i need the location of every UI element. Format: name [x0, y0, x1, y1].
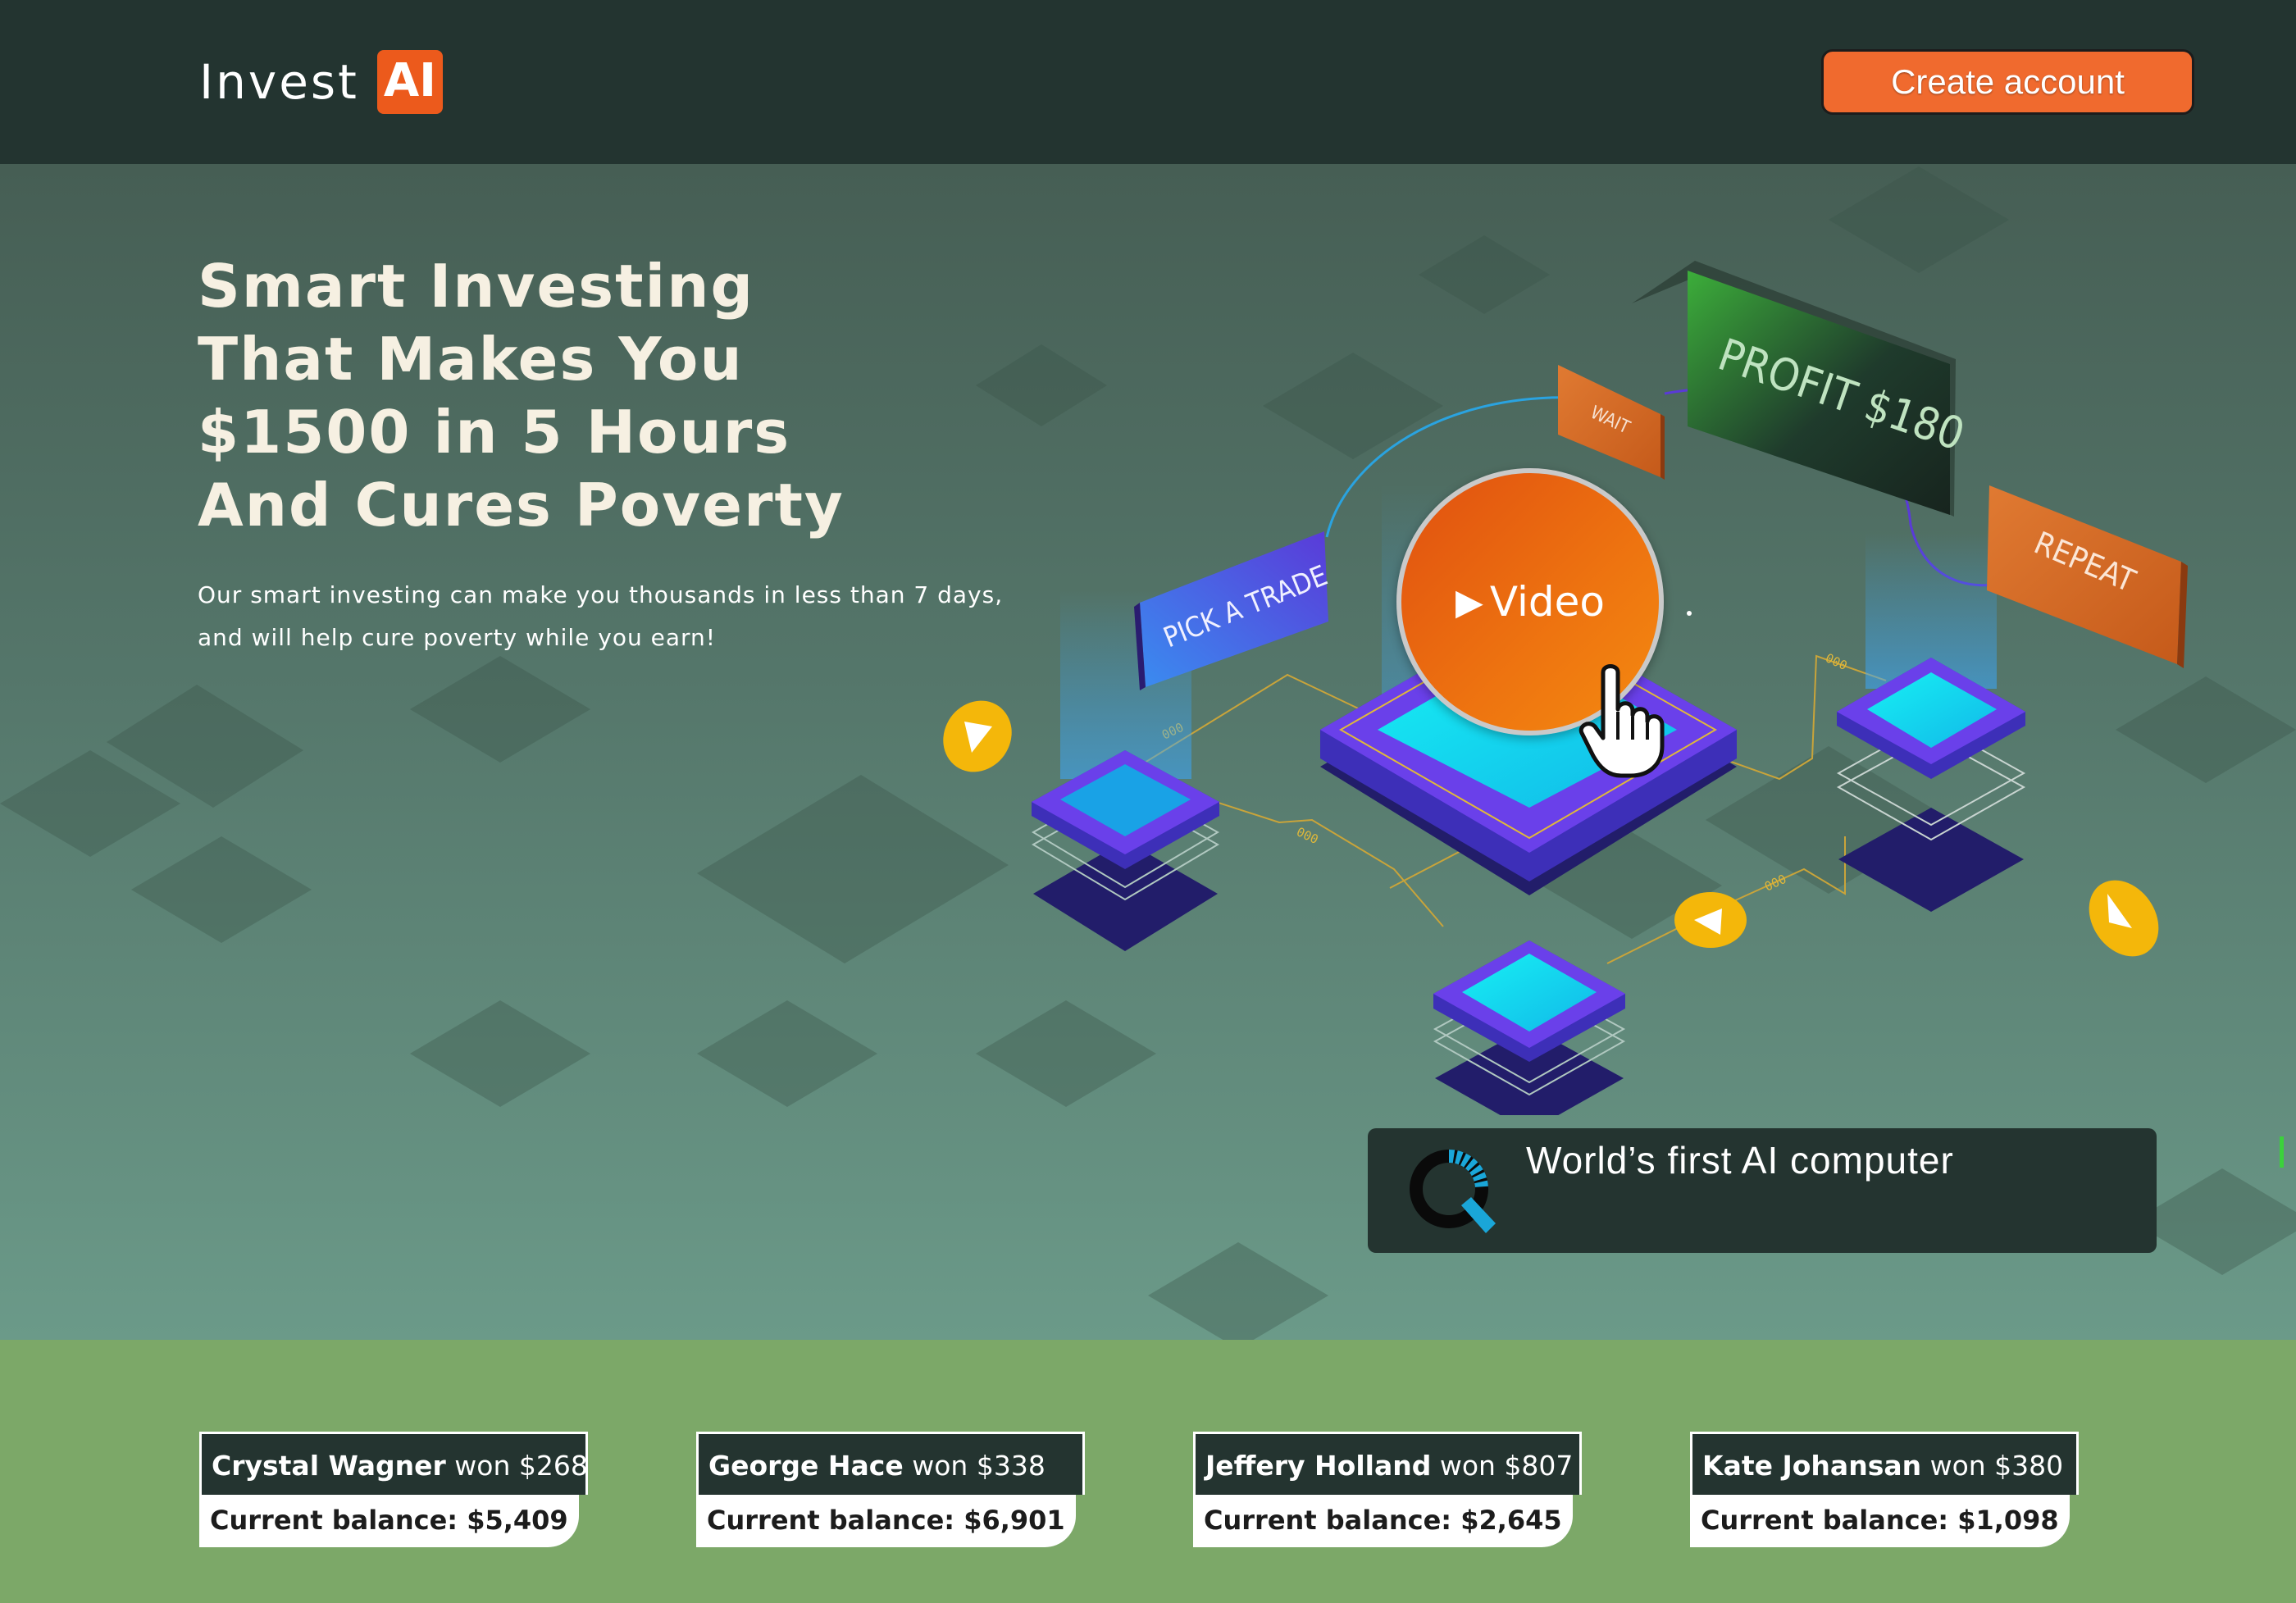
- winner-name: George Hace: [708, 1450, 904, 1482]
- headline-line-3: $1500 in 5 Hours: [198, 398, 791, 467]
- node-left: [1032, 750, 1220, 951]
- winner-balance: Current balance: $1,098: [1690, 1495, 2070, 1547]
- pointer-disc-middle: [1674, 892, 1747, 948]
- bg-diamond: [697, 1000, 877, 1107]
- hand-cursor-icon: [1578, 664, 1665, 778]
- winner-header: George Hace won $338: [696, 1432, 1085, 1495]
- headline-line-2: That Makes You: [198, 325, 744, 394]
- winner-name: Crystal Wagner: [212, 1450, 446, 1482]
- logo[interactable]: Invest AI: [199, 49, 444, 115]
- node-bottom: [1433, 940, 1626, 1115]
- winner-amount: won $380: [1929, 1450, 2064, 1482]
- video-button-label: Video: [1489, 578, 1605, 626]
- headline-line-4: And Cures Poverty: [198, 471, 845, 540]
- winner-amount: won $338: [912, 1450, 1046, 1482]
- pointer-disc-left: [943, 700, 1012, 772]
- winner-amount: won $268: [454, 1450, 588, 1482]
- winner-card: Kate Johansan won $380 Current balance: …: [1690, 1432, 2079, 1547]
- winner-balance: Current balance: $2,645: [1193, 1495, 1573, 1547]
- link-label: 000: [1823, 650, 1849, 673]
- winner-name: Jeffery Holland: [1205, 1450, 1432, 1482]
- winner-header: Crystal Wagner won $268: [199, 1432, 588, 1495]
- headline-line-1: Smart Investing: [198, 252, 755, 321]
- logo-badge: AI: [376, 50, 444, 114]
- ai-computer-card[interactable]: World’s first AI computer: [1368, 1128, 2157, 1253]
- winner-card: George Hace won $338 Current balance: $6…: [696, 1432, 1085, 1547]
- winner-name: Kate Johansan: [1702, 1450, 1922, 1482]
- link-label: 000: [1762, 872, 1788, 895]
- logo-text: Invest: [199, 54, 359, 110]
- winner-card: Jeffery Holland won $807 Current balance…: [1193, 1432, 1582, 1547]
- node-right: [1836, 658, 2026, 912]
- winner-header: Jeffery Holland won $807: [1193, 1432, 1582, 1495]
- bg-diamond: [131, 836, 312, 943]
- ai-card-text: World’s first AI computer: [1526, 1139, 1954, 1182]
- winner-amount: won $807: [1439, 1450, 1574, 1482]
- create-account-button[interactable]: Create account: [1821, 49, 2194, 115]
- green-marker: [2280, 1136, 2284, 1168]
- hero-section: Smart Investing That Makes You $1500 in …: [0, 164, 2296, 1340]
- top-header: Invest AI Create account: [0, 0, 2296, 164]
- link-label: 000: [1294, 824, 1320, 847]
- bg-diamond: [1148, 1242, 1328, 1340]
- winners-section: Crystal Wagner won $268 Current balance:…: [0, 1340, 2296, 1603]
- bg-diamond: [410, 1000, 590, 1107]
- bg-diamond: [410, 656, 590, 763]
- winner-balance: Current balance: $5,409: [199, 1495, 579, 1547]
- winner-balance: Current balance: $6,901: [696, 1495, 1076, 1547]
- ai-computer-logo-icon: [1410, 1150, 1496, 1233]
- play-icon: ▶: [1456, 581, 1483, 623]
- pointer-disc-right: [2089, 880, 2159, 957]
- hero-headline: Smart Investing That Makes You $1500 in …: [198, 250, 1018, 542]
- winner-card: Crystal Wagner won $268 Current balance:…: [199, 1432, 588, 1547]
- bg-diamond: [2132, 1168, 2296, 1275]
- winner-header: Kate Johansan won $380: [1690, 1432, 2079, 1495]
